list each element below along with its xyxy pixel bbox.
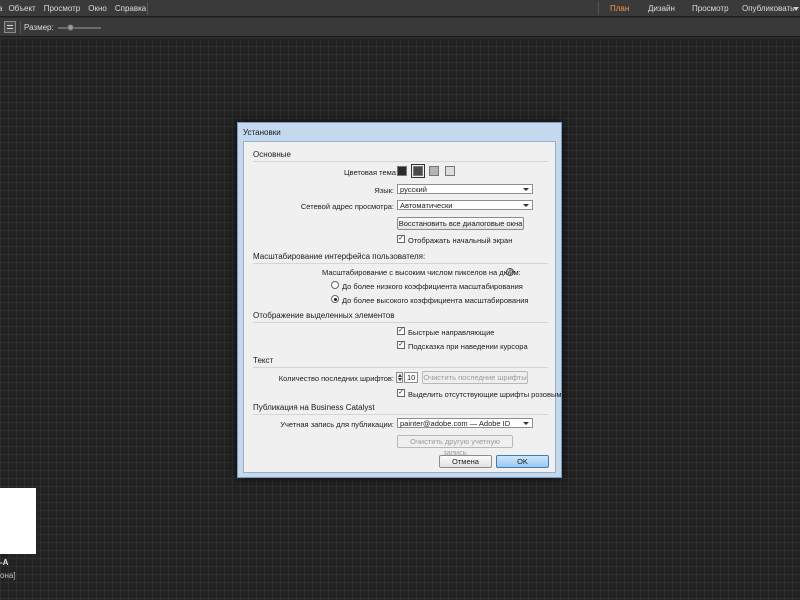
highlight-missing-fonts-checkbox[interactable]: ✓ [397, 389, 405, 397]
smart-guides-label: Быстрые направляющие [408, 328, 495, 337]
preferences-dialog: Установки Основные Цветовая тема: Язык: … [237, 122, 562, 478]
hidpi-scaling-label: Масштабирование с высоким числом пиксело… [322, 268, 521, 277]
page-thumbnail[interactable] [0, 488, 36, 554]
restore-dialogs-button[interactable]: Восстановить все диалоговые окна [397, 217, 524, 230]
info-icon[interactable]: i [506, 268, 514, 276]
preview-address-select[interactable]: Автоматически [397, 200, 533, 210]
cancel-button[interactable]: Отмена [439, 455, 492, 468]
show-start-screen-checkbox[interactable]: ✓ [397, 235, 405, 243]
chevron-down-icon [523, 422, 529, 425]
menu-item-help[interactable]: Справка [115, 0, 146, 17]
section-divider [253, 414, 548, 415]
preview-address-value: Автоматически [400, 201, 453, 210]
clear-account-button[interactable]: Очистить другую учетную запись [397, 435, 513, 457]
theme-swatch-lightest[interactable] [445, 166, 455, 176]
language-select[interactable]: русский [397, 184, 533, 194]
show-start-screen-label: Отображать начальный экран [408, 236, 513, 245]
section-publishing: Публикация на Business Catalyst [253, 403, 375, 412]
theme-swatch-light[interactable] [429, 166, 439, 176]
thumbnail-view-icon[interactable] [4, 21, 16, 33]
toolbar-divider [20, 21, 21, 34]
section-divider [253, 161, 548, 162]
section-divider [253, 367, 548, 368]
theme-swatch-darkest[interactable] [397, 166, 407, 176]
chevron-down-icon[interactable] [793, 7, 799, 11]
workspace-plan-tab[interactable]: План [610, 0, 629, 17]
scale-higher-radio[interactable] [331, 295, 339, 303]
size-label: Размер: [24, 23, 54, 32]
smart-guides-checkbox[interactable]: ✓ [397, 327, 405, 335]
publish-account-value: painter@adobe.com — Adobe ID [400, 419, 511, 428]
size-slider-thumb[interactable] [67, 24, 74, 31]
menu-item-partial[interactable]: a [0, 0, 2, 17]
menu-item-window[interactable]: Окно [88, 0, 107, 17]
clear-recent-fonts-button[interactable]: Очистить последние шрифты [422, 371, 528, 384]
recent-fonts-stepper[interactable] [396, 372, 403, 383]
section-text: Текст [253, 356, 274, 365]
dialog-body: Основные Цветовая тема: Язык: русский Се… [243, 141, 562, 473]
main-menu: a Объект Просмотр Окно Справка [0, 0, 154, 17]
workspace-publish-menu[interactable]: Опубликовать [742, 0, 794, 17]
workspace-preview-tab[interactable]: Просмотр [692, 0, 729, 17]
chevron-down-icon [523, 188, 529, 191]
scale-lower-label: До более низкого коэффициента масштабиро… [342, 282, 523, 291]
recent-fonts-label: Количество последних шрифтов: [278, 374, 394, 383]
theme-label: Цветовая тема: [344, 168, 399, 177]
page-thumbnail-subtitle: она] [0, 571, 16, 580]
highlight-missing-fonts-label: Выделить отсутствующие шрифты розовым [408, 390, 562, 399]
language-label: Язык: [374, 186, 394, 195]
language-select-value: русский [400, 185, 427, 194]
toolbar: Размер: [0, 18, 800, 37]
menu-divider [598, 2, 599, 15]
preview-address-label: Сетевой адрес просмотра: [300, 202, 394, 211]
section-divider [253, 322, 548, 323]
hover-hint-label: Подсказка при наведении курсора [408, 342, 528, 351]
menu-item-object[interactable]: Объект [8, 0, 35, 17]
recent-fonts-field[interactable]: 10 [404, 372, 418, 383]
scale-lower-radio[interactable] [331, 281, 339, 289]
hover-hint-checkbox[interactable]: ✓ [397, 341, 405, 349]
section-scaling: Масштабирование интерфейса пользователя: [253, 252, 426, 261]
section-general: Основные [253, 150, 291, 159]
dialog-title: Установки [243, 128, 281, 137]
section-selection-display: Отображение выделенных элементов [253, 311, 395, 320]
page-thumbnail-title: -A [0, 558, 9, 567]
publish-account-label: Учетная запись для публикации: [280, 420, 394, 429]
section-divider [253, 263, 548, 264]
chevron-down-icon [523, 204, 529, 207]
size-slider[interactable] [58, 27, 101, 29]
menu-bar: a Объект Просмотр Окно Справка План Диза… [0, 0, 800, 17]
publish-account-select[interactable]: painter@adobe.com — Adobe ID [397, 418, 533, 428]
theme-swatch-dark[interactable] [411, 164, 425, 178]
menu-divider [147, 2, 148, 15]
ok-button[interactable]: OK [496, 455, 549, 468]
menu-item-view[interactable]: Просмотр [44, 0, 81, 17]
scale-higher-label: До более высокого коэффициента масштабир… [342, 296, 529, 305]
workspace-design-tab[interactable]: Дизайн [648, 0, 675, 17]
